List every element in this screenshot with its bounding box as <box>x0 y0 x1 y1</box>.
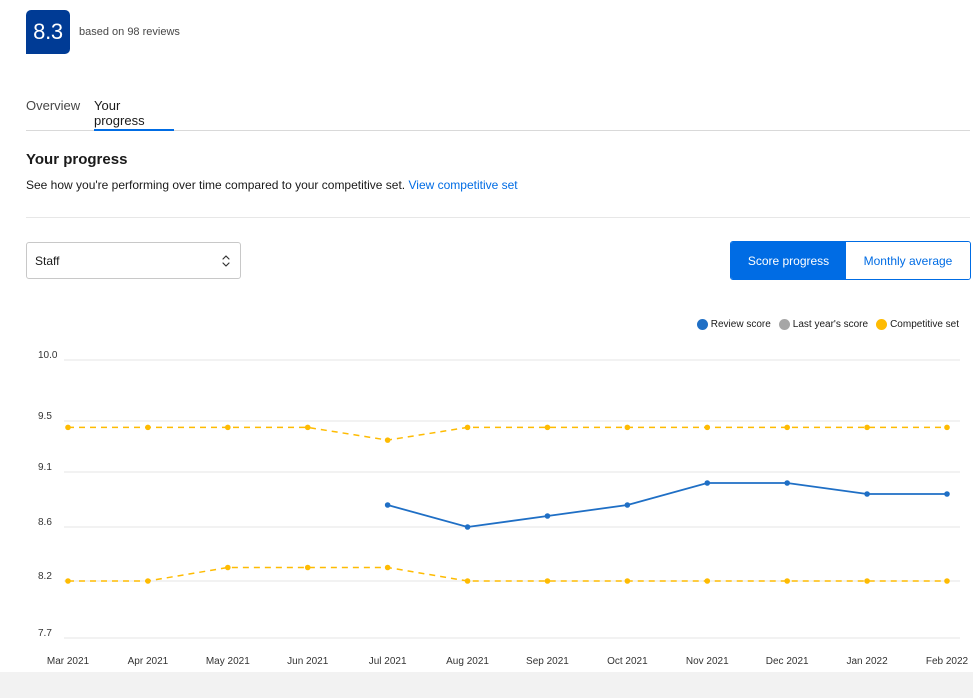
chevron-up-down-icon <box>222 255 230 267</box>
legend-label-competitive-set: Competitive set <box>890 319 959 330</box>
tab-your-progress[interactable]: Your progress <box>94 98 174 131</box>
x-tick-label: Nov 2021 <box>686 656 729 667</box>
legend-item-competitive-set[interactable]: Competitive set <box>876 319 959 330</box>
data-point <box>464 578 471 584</box>
data-point <box>464 524 471 530</box>
view-toggle: Score progress Monthly average <box>730 241 971 280</box>
data-point <box>544 513 551 519</box>
legend-item-last-year[interactable]: Last year's score <box>778 319 869 330</box>
data-point <box>145 578 151 584</box>
data-point <box>225 424 231 431</box>
x-tick-label: Jun 2021 <box>287 656 329 667</box>
data-point <box>704 480 711 486</box>
data-point <box>225 564 231 571</box>
category-select-value: Staff <box>35 253 60 268</box>
x-tick-label: May 2021 <box>206 656 250 667</box>
x-tick-label: Jan 2022 <box>847 656 889 667</box>
series-line <box>68 426 947 441</box>
chart-legend: Review score Last year's score Competiti… <box>696 319 959 330</box>
data-point <box>704 578 711 584</box>
bottom-bar <box>0 672 973 698</box>
data-point <box>944 424 950 431</box>
data-point <box>624 578 631 584</box>
y-tick-label: 8.6 <box>38 517 52 528</box>
x-tick-label: Apr 2021 <box>128 656 169 667</box>
x-tick-label: Feb 2022 <box>926 656 969 667</box>
review-score-badge: 8.3 <box>26 10 70 54</box>
data-point <box>384 564 391 571</box>
tab-bar: Overview Your progress <box>26 96 970 131</box>
category-select[interactable]: Staff <box>26 242 241 279</box>
data-point <box>624 502 631 508</box>
data-point <box>384 437 391 443</box>
data-point <box>384 502 391 508</box>
data-point <box>864 578 870 584</box>
series-line <box>68 566 947 582</box>
data-point <box>304 424 311 431</box>
x-tick-label: Dec 2021 <box>766 656 809 667</box>
legend-label-last-year: Last year's score <box>792 319 869 330</box>
section-divider <box>26 217 970 218</box>
legend-dot-competitive-set <box>876 319 888 330</box>
data-point <box>784 578 790 584</box>
series-line <box>387 482 947 528</box>
data-point <box>944 578 950 584</box>
y-tick-label: 8.2 <box>38 571 52 582</box>
x-tick-label: Aug 2021 <box>446 656 489 667</box>
tab-overview[interactable]: Overview <box>26 98 80 131</box>
data-point <box>464 424 471 431</box>
data-point <box>544 578 551 584</box>
x-tick-label: Sep 2021 <box>526 656 569 667</box>
data-point <box>784 480 790 486</box>
data-point <box>145 424 151 431</box>
review-progress-page: 8.3 based on 98 reviews Overview Your pr… <box>0 0 973 698</box>
legend-dot-review-score <box>696 319 708 330</box>
data-point <box>784 424 790 431</box>
section-description-text: See how you're performing over time comp… <box>26 178 406 192</box>
score-progress-chart: 10.0 9.5 9.1 8.6 8.2 7.7 Mar 2021 Apr 2021 May 2… <box>38 350 969 667</box>
data-point <box>944 491 950 497</box>
y-tick-label: 10.0 <box>38 350 58 361</box>
data-point <box>65 424 71 431</box>
y-tick-label: 7.7 <box>38 628 52 639</box>
data-point <box>624 424 631 431</box>
data-point <box>704 424 711 431</box>
data-point <box>864 491 870 497</box>
review-count-text: based on 98 reviews <box>79 26 180 38</box>
section-title: Your progress <box>26 151 128 168</box>
data-point <box>544 424 551 431</box>
legend-item-review-score[interactable]: Review score <box>696 319 771 330</box>
monthly-average-button[interactable]: Monthly average <box>846 242 970 279</box>
y-tick-label: 9.1 <box>38 462 52 473</box>
data-point <box>864 424 870 431</box>
view-competitive-set-link[interactable]: View competitive set <box>408 178 517 192</box>
x-tick-label: Jul 2021 <box>369 656 407 667</box>
data-point <box>304 564 311 571</box>
legend-dot-last-year <box>778 319 790 330</box>
legend-label-review-score: Review score <box>710 319 771 330</box>
section-description: See how you're performing over time comp… <box>26 178 518 192</box>
data-point <box>65 578 71 584</box>
x-tick-label: Oct 2021 <box>607 656 648 667</box>
x-tick-label: Mar 2021 <box>47 656 90 667</box>
y-tick-label: 9.5 <box>38 411 52 422</box>
score-progress-button[interactable]: Score progress <box>731 242 846 279</box>
